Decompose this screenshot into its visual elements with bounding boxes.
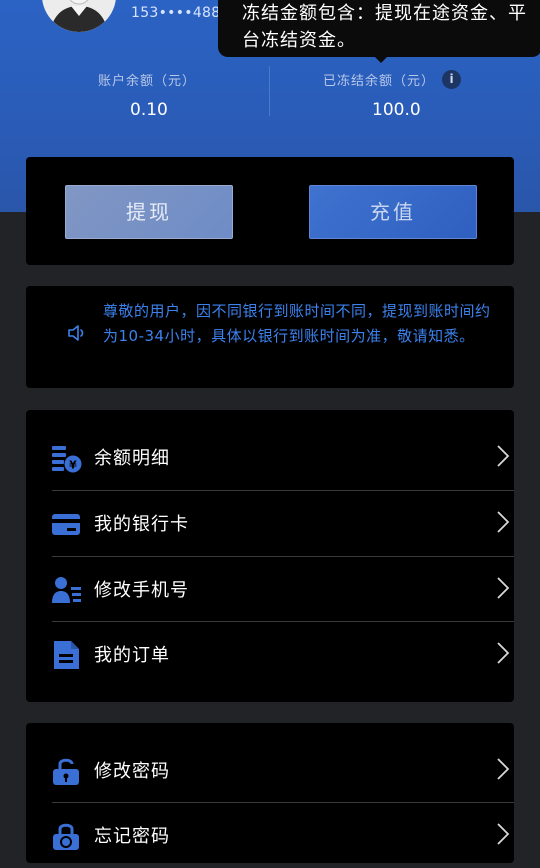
svg-text:¥: ¥: [69, 459, 77, 472]
bank-card-icon: [52, 514, 80, 535]
menu-item-my-orders[interactable]: 我的订单: [52, 621, 514, 687]
notice-text: 尊敬的用户，因不同银行到账时间不同，提现到账时间约为10-34小时，具体以银行到…: [103, 302, 491, 345]
menu-label-forgot-password: 忘记密码: [94, 826, 170, 847]
chevron-right-icon: [497, 445, 510, 467]
lock-question-icon: [53, 823, 79, 850]
menu-item-bank-card[interactable]: 我的银行卡: [52, 490, 514, 556]
avatar-portrait-icon: [42, 0, 116, 32]
chevron-right-icon: [497, 642, 510, 664]
withdraw-button[interactable]: 提现: [65, 185, 233, 239]
info-icon[interactable]: i: [442, 70, 461, 89]
menu-item-balance-detail[interactable]: ¥ 余额明细: [52, 424, 514, 490]
notice-card: 尊敬的用户，因不同银行到账时间不同，提现到账时间约为10-34小时，具体以银行到…: [26, 286, 514, 388]
balance-label: 账户余额（元）: [98, 74, 197, 89]
menu-label-change-password: 修改密码: [94, 761, 170, 782]
lock-icon: [53, 758, 79, 785]
masked-phone-number: 153••••4883: [131, 5, 230, 21]
frozen-amount-tooltip: 冻结金额包含：提现在途资金、平台冻结资金。: [218, 0, 540, 63]
action-card: 提现 充值: [26, 157, 514, 265]
user-avatar[interactable]: [42, 0, 116, 32]
chevron-right-icon: [497, 823, 510, 845]
menu-label-my-orders: 我的订单: [94, 645, 170, 666]
tooltip-arrow: [373, 55, 389, 63]
chevron-right-icon: [497, 511, 510, 533]
balance-detail-icon: ¥: [52, 446, 82, 473]
tooltip-text: 冻结金额包含：提现在途资金、平台冻结资金。: [242, 3, 527, 51]
frozen-balance-label: 已冻结余额（元）: [323, 74, 436, 89]
menu-item-change-password[interactable]: 修改密码: [52, 737, 514, 803]
menu-label-balance-detail: 余额明细: [94, 448, 170, 469]
recharge-button[interactable]: 充值: [309, 185, 477, 239]
menu-item-forgot-password[interactable]: 忘记密码: [52, 802, 514, 868]
chevron-right-icon: [497, 577, 510, 599]
speaker-icon: [68, 325, 84, 341]
menu-label-bank-card: 我的银行卡: [94, 514, 189, 535]
frozen-balance-value: 100.0: [372, 100, 421, 120]
stats-divider: [269, 66, 270, 116]
user-phone-icon: [52, 577, 81, 603]
chevron-right-icon: [497, 758, 510, 780]
menu-label-change-phone: 修改手机号: [94, 580, 189, 601]
order-document-icon: [54, 641, 79, 669]
menu-item-change-phone[interactable]: 修改手机号: [52, 556, 514, 622]
balance-value: 0.10: [130, 100, 168, 120]
